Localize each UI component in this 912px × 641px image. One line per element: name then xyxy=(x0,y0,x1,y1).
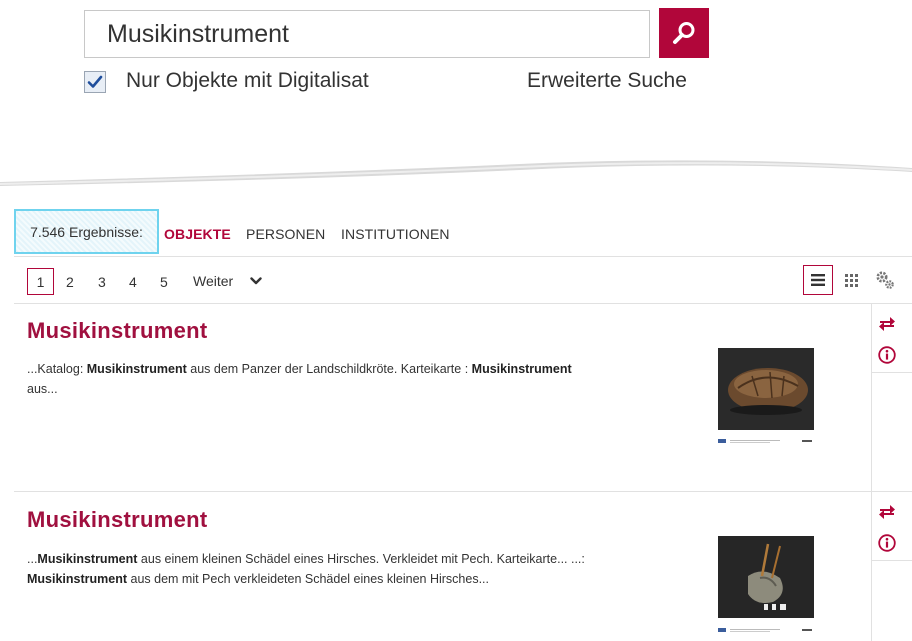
action-column-border xyxy=(871,303,872,641)
info-icon xyxy=(878,534,896,552)
search-button[interactable] xyxy=(659,8,709,58)
highlighted-term: Musikinstrument xyxy=(37,552,138,566)
grid-view-button[interactable] xyxy=(836,265,866,295)
catalog-card-strip xyxy=(718,439,812,443)
page-2-button[interactable]: 2 xyxy=(66,268,74,295)
snippet-text: aus... xyxy=(27,382,58,396)
compare-arrows-icon xyxy=(879,317,895,331)
digitalisat-checkbox[interactable] xyxy=(84,71,106,93)
result-snippet: ...Musikinstrument aus einem kleinen Sch… xyxy=(27,549,587,589)
result-count: 7.546 Ergebnisse: xyxy=(14,209,159,254)
result-thumbnail[interactable] xyxy=(718,536,814,618)
settings-gears-icon xyxy=(876,271,894,289)
decorative-swoosh xyxy=(0,160,912,186)
tab-objekte[interactable]: OBJEKTE xyxy=(164,226,231,242)
deer-skull-image xyxy=(718,536,814,618)
divider xyxy=(14,491,912,492)
settings-button[interactable] xyxy=(870,265,900,295)
chevron-down-icon[interactable] xyxy=(249,274,263,288)
divider xyxy=(14,303,912,304)
highlighted-term: Musikinstrument xyxy=(86,362,187,376)
snippet-text: ...Katalog: xyxy=(27,362,87,376)
snippet-text: aus dem Panzer der Landschildkröte. Kart… xyxy=(186,362,472,376)
divider xyxy=(872,372,912,373)
result-snippet: ...Katalog: Musikinstrument aus dem Panz… xyxy=(27,359,587,399)
page-1-button[interactable]: 1 xyxy=(27,268,54,295)
result-thumbnail[interactable] xyxy=(718,348,814,430)
tortoise-shell-image xyxy=(718,348,814,430)
snippet-text: ... xyxy=(27,552,38,566)
snippet-text: aus einem kleinen Schädel eines Hirsches… xyxy=(137,552,585,566)
checkmark-icon xyxy=(87,75,103,88)
next-page-link[interactable]: Weiter xyxy=(193,273,233,289)
grid-view-icon xyxy=(844,273,858,287)
compare-arrows-icon xyxy=(879,505,895,519)
tab-personen[interactable]: PERSONEN xyxy=(246,226,325,242)
divider xyxy=(872,560,912,561)
result-title[interactable]: Musikinstrument xyxy=(27,507,208,533)
page-4-button[interactable]: 4 xyxy=(129,268,137,295)
snippet-text: aus dem mit Pech verkleideten Schädel ei… xyxy=(127,572,490,586)
catalog-card-strip xyxy=(718,628,812,632)
search-query-text: Musikinstrument xyxy=(107,19,289,48)
search-icon xyxy=(673,22,695,44)
info-icon xyxy=(878,346,896,364)
result-title[interactable]: Musikinstrument xyxy=(27,318,208,344)
info-button[interactable] xyxy=(876,532,898,554)
list-view-button[interactable] xyxy=(803,265,833,295)
list-view-icon xyxy=(811,274,825,286)
advanced-search-link[interactable]: Erweiterte Suche xyxy=(527,69,687,93)
page-5-button[interactable]: 5 xyxy=(160,268,168,295)
highlighted-term: Musikinstrument xyxy=(471,362,572,376)
search-input[interactable]: Musikinstrument xyxy=(84,10,650,58)
digitalisat-label[interactable]: Nur Objekte mit Digitalisat xyxy=(126,69,369,93)
tab-institutionen[interactable]: INSTITUTIONEN xyxy=(341,226,450,242)
divider xyxy=(14,256,912,257)
info-button[interactable] xyxy=(876,344,898,366)
compare-button[interactable] xyxy=(876,500,898,522)
page-3-button[interactable]: 3 xyxy=(98,268,106,295)
highlighted-term: Musikinstrument xyxy=(27,572,128,586)
compare-button[interactable] xyxy=(876,312,898,334)
